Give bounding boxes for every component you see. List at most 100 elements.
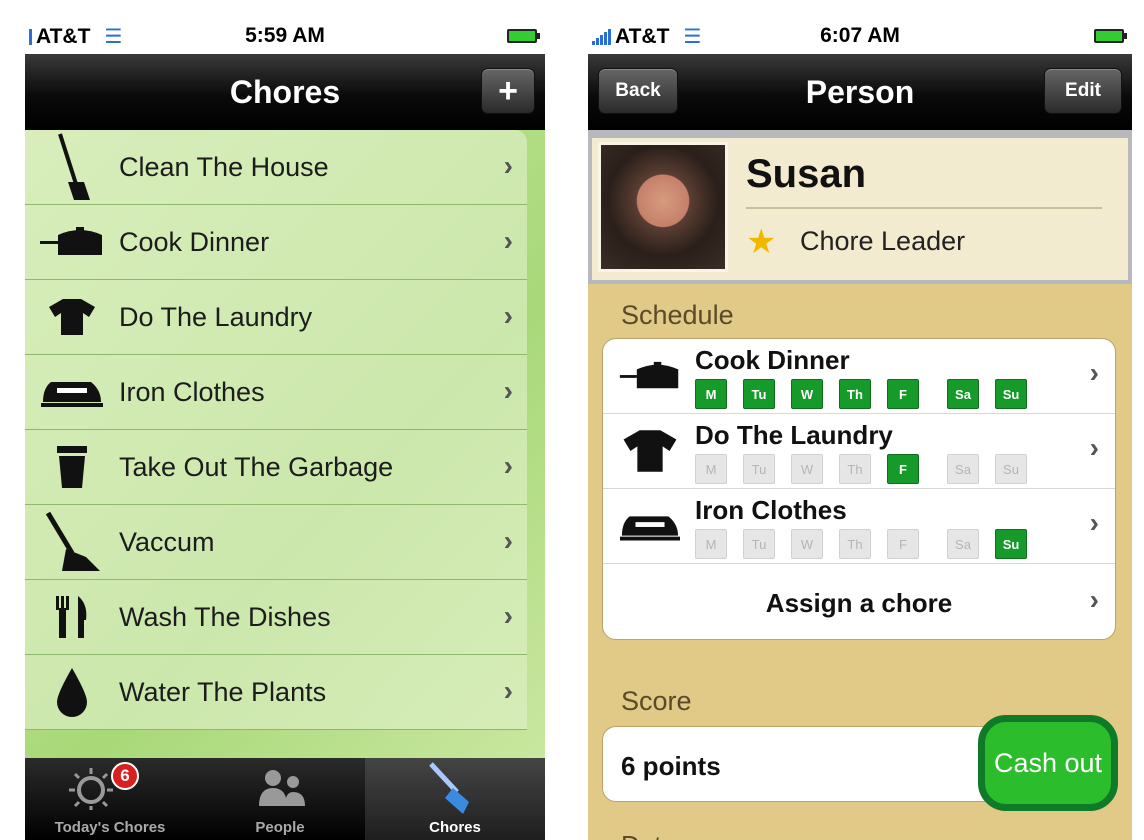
add-chore-button[interactable]: + bbox=[481, 68, 535, 114]
water-drop-icon bbox=[25, 655, 119, 730]
cash-out-button[interactable]: Cash out bbox=[978, 715, 1118, 811]
assign-chore-button[interactable]: Assign a chore › bbox=[603, 566, 1115, 640]
day-sunday[interactable]: Su bbox=[995, 529, 1027, 559]
chevron-right-icon: › bbox=[503, 150, 513, 181]
profile-inner: Susan ★ Chore Leader bbox=[592, 138, 1128, 280]
chevron-right-icon: › bbox=[503, 375, 513, 406]
tab-label: Today's Chores bbox=[54, 819, 166, 836]
day-monday[interactable]: M bbox=[695, 454, 727, 484]
day-friday[interactable]: F bbox=[887, 379, 919, 409]
day-thursday[interactable]: Th bbox=[839, 454, 871, 484]
chore-item-clean-house[interactable]: Clean The House › bbox=[25, 130, 527, 205]
pot-icon bbox=[25, 205, 119, 280]
tab-label: People bbox=[255, 819, 305, 836]
schedule-chore-name: Do The Laundry bbox=[695, 420, 893, 450]
pot-icon bbox=[617, 351, 683, 401]
day-saturday[interactable]: Sa bbox=[947, 379, 979, 409]
status-bar: AT&T ☰ 5:59 AM bbox=[25, 18, 545, 54]
day-tuesday[interactable]: Tu bbox=[743, 529, 775, 559]
chevron-right-icon: › bbox=[1089, 432, 1099, 463]
day-friday[interactable]: F bbox=[887, 454, 919, 484]
day-wednesday[interactable]: W bbox=[791, 454, 823, 484]
day-sunday[interactable]: Su bbox=[995, 454, 1027, 484]
chore-label: Wash The Dishes bbox=[119, 601, 331, 632]
chevron-right-icon: › bbox=[503, 525, 513, 556]
star-icon: ★ bbox=[746, 223, 777, 261]
chevron-right-icon: › bbox=[1089, 584, 1099, 615]
person-detail: Susan ★ Chore Leader Schedule Cook Dinne… bbox=[588, 130, 1132, 840]
chores-list: Clean The House › Cook Dinner › Do The L… bbox=[25, 130, 545, 758]
data-header: Data bbox=[621, 830, 676, 840]
person-screen: AT&T ☰ 6:07 AM Back Person Edit Susan ★ … bbox=[588, 18, 1132, 840]
status-bar: AT&T ☰ 6:07 AM bbox=[588, 18, 1132, 54]
chevron-right-icon: › bbox=[503, 600, 513, 631]
day-thursday[interactable]: Th bbox=[839, 529, 871, 559]
chevron-right-icon: › bbox=[503, 300, 513, 331]
chevron-right-icon: › bbox=[503, 675, 513, 706]
notification-badge: 6 bbox=[111, 762, 139, 790]
tab-people[interactable]: People bbox=[195, 758, 365, 840]
iron-icon bbox=[617, 501, 683, 551]
chore-item-cook-dinner[interactable]: Cook Dinner › bbox=[25, 205, 527, 280]
avatar[interactable] bbox=[598, 142, 728, 272]
vacuum-icon bbox=[25, 505, 119, 580]
schedule-list: Cook Dinner M Tu W Th F Sa Su › Do The L… bbox=[602, 338, 1116, 640]
divider bbox=[746, 207, 1102, 209]
sun-icon bbox=[69, 768, 113, 810]
day-wednesday[interactable]: W bbox=[791, 529, 823, 559]
shirt-icon bbox=[617, 426, 683, 476]
day-monday[interactable]: M bbox=[695, 529, 727, 559]
day-sunday[interactable]: Su bbox=[995, 379, 1027, 409]
chore-item-plants[interactable]: Water The Plants › bbox=[25, 655, 527, 730]
chore-label: Take Out The Garbage bbox=[119, 451, 394, 482]
person-role: Chore Leader bbox=[800, 226, 966, 256]
chevron-right-icon: › bbox=[1089, 507, 1099, 538]
battery-icon bbox=[507, 29, 540, 43]
day-tuesday[interactable]: Tu bbox=[743, 379, 775, 409]
edit-button[interactable]: Edit bbox=[1044, 68, 1122, 114]
status-time: 5:59 AM bbox=[245, 24, 325, 47]
chevron-right-icon: › bbox=[503, 450, 513, 481]
chore-label: Water The Plants bbox=[119, 676, 327, 707]
day-wednesday[interactable]: W bbox=[791, 379, 823, 409]
status-time: 6:07 AM bbox=[820, 24, 900, 47]
day-saturday[interactable]: Sa bbox=[947, 529, 979, 559]
schedule-chore-name: Iron Clothes bbox=[695, 495, 847, 525]
chore-item-garbage[interactable]: Take Out The Garbage › bbox=[25, 430, 527, 505]
schedule-item-laundry[interactable]: Do The Laundry M Tu W Th F Sa Su › bbox=[603, 414, 1115, 489]
tab-chores[interactable]: Chores bbox=[365, 758, 545, 840]
battery-icon bbox=[1094, 29, 1127, 43]
day-friday[interactable]: F bbox=[887, 529, 919, 559]
chore-label: Vaccum bbox=[119, 526, 215, 557]
chevron-right-icon: › bbox=[1089, 357, 1099, 388]
schedule-chore-name: Cook Dinner bbox=[695, 345, 850, 375]
day-saturday[interactable]: Sa bbox=[947, 454, 979, 484]
chevron-right-icon: › bbox=[503, 225, 513, 256]
chore-label: Do The Laundry bbox=[119, 301, 313, 332]
chore-item-laundry[interactable]: Do The Laundry › bbox=[25, 280, 527, 355]
schedule-item-cook-dinner[interactable]: Cook Dinner M Tu W Th F Sa Su › bbox=[603, 339, 1115, 414]
shirt-icon bbox=[25, 280, 119, 355]
chores-screen: AT&T ☰ 5:59 AM Chores + Clean The House … bbox=[25, 18, 545, 840]
day-thursday[interactable]: Th bbox=[839, 379, 871, 409]
score-value: 6 points bbox=[621, 751, 721, 781]
tab-bar: 6 Today's Chores People Chores bbox=[25, 758, 545, 840]
brush-icon bbox=[429, 762, 469, 814]
day-monday[interactable]: M bbox=[695, 379, 727, 409]
chore-item-vacuum[interactable]: Vaccum › bbox=[25, 505, 527, 580]
profile-card: Susan ★ Chore Leader bbox=[588, 130, 1132, 284]
iron-icon bbox=[25, 355, 119, 430]
assign-chore-label: Assign a chore bbox=[765, 588, 953, 618]
schedule-item-iron[interactable]: Iron Clothes M Tu W Th F Sa Su › bbox=[603, 489, 1115, 564]
chore-label: Iron Clothes bbox=[119, 376, 265, 407]
fork-knife-icon bbox=[25, 580, 119, 655]
chore-item-dishes[interactable]: Wash The Dishes › bbox=[25, 580, 527, 655]
schedule-header: Schedule bbox=[621, 300, 734, 330]
chore-item-iron[interactable]: Iron Clothes › bbox=[25, 355, 527, 430]
tab-label: Chores bbox=[429, 819, 481, 836]
tab-todays-chores[interactable]: 6 Today's Chores bbox=[25, 758, 195, 840]
day-tuesday[interactable]: Tu bbox=[743, 454, 775, 484]
people-icon bbox=[259, 770, 305, 806]
chore-label: Cook Dinner bbox=[119, 226, 270, 257]
score-header: Score bbox=[621, 686, 692, 716]
